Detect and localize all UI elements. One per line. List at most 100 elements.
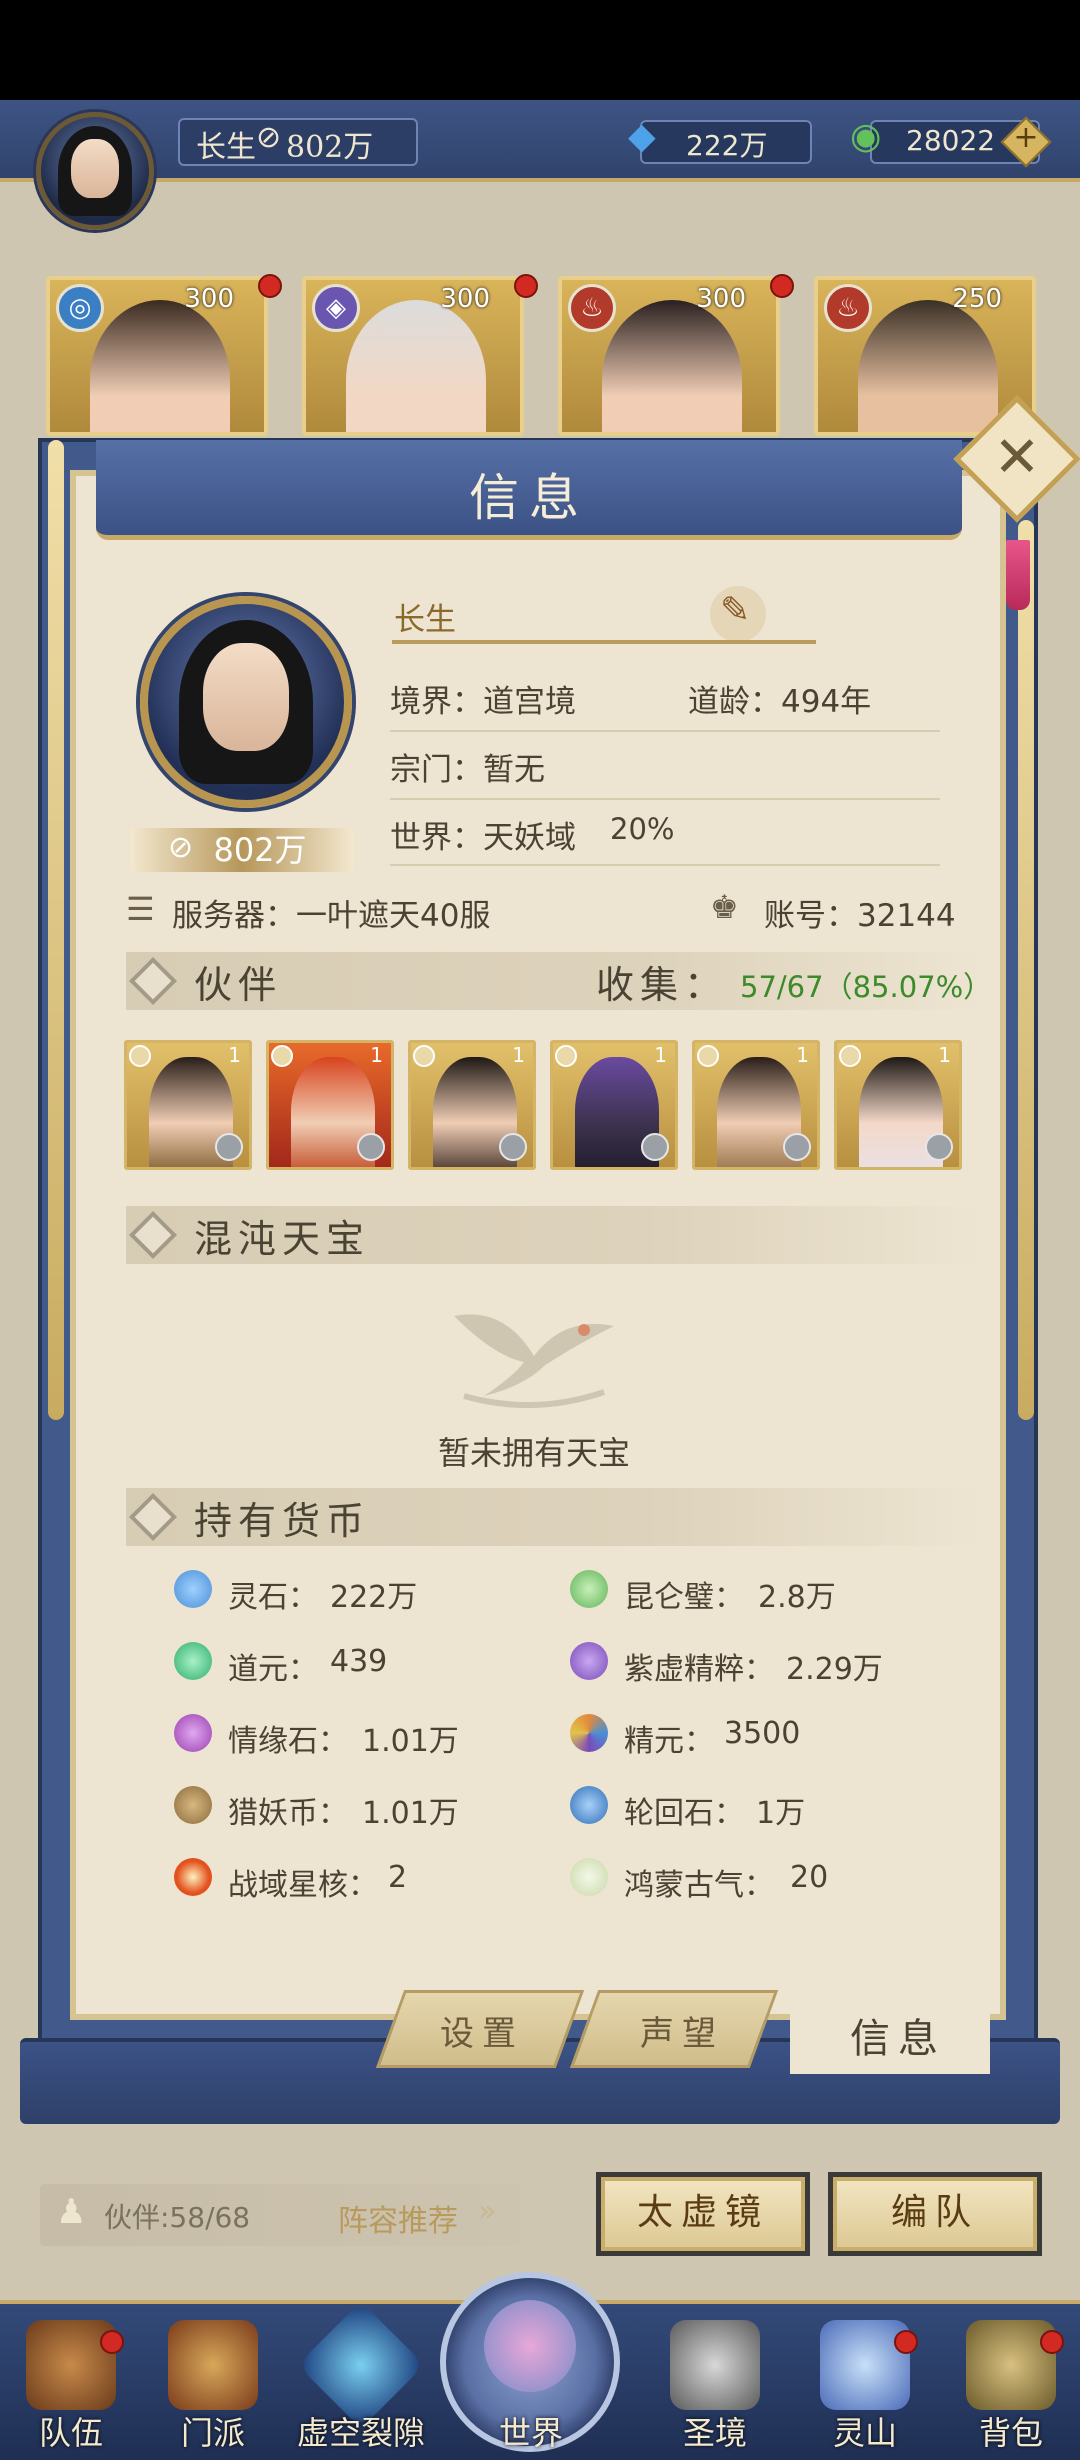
partner-level: 1 — [370, 1043, 383, 1067]
nav-label: 门派 — [180, 2414, 245, 2452]
element-icon — [413, 1045, 435, 1067]
partner-level: 1 — [796, 1043, 809, 1067]
element-icon — [129, 1045, 151, 1067]
person-icon: ♟ — [56, 2192, 87, 2232]
nav-label: 世界 — [498, 2414, 563, 2452]
left-scroll-rod — [48, 440, 64, 1420]
world-percent: 20% — [610, 812, 675, 846]
account-icon: ♚ — [710, 888, 739, 926]
currency-label: 紫虚精粹： — [624, 1652, 774, 1687]
partner-thumb-5[interactable]: 1 — [692, 1040, 820, 1170]
partner-level: 1 — [228, 1043, 241, 1067]
brush-icon: ✎ — [720, 590, 751, 631]
formation-button[interactable]: 编队 — [828, 2172, 1042, 2256]
element-icon: ◎ — [56, 284, 104, 332]
partner-thumb-6[interactable]: 1 — [834, 1040, 962, 1170]
collect-value: 57/67（85.07%） — [740, 970, 993, 1004]
player-avatar[interactable] — [36, 112, 154, 230]
nav-label: 背包 — [978, 2414, 1043, 2452]
currency-label: 精元： — [624, 1724, 714, 1759]
currency-value: 1.01万 — [362, 1724, 459, 1759]
partner-level: 1 — [512, 1043, 525, 1067]
treasure-empty-text: 暂未拥有天宝 — [437, 1434, 630, 1472]
currency-label: 轮回石： — [624, 1796, 744, 1831]
profile-power: 802万 — [213, 831, 307, 869]
element-icon — [271, 1045, 293, 1067]
nav-label: 虚空裂隙 — [296, 2414, 425, 2452]
spirit-stone-value: 222万 — [686, 129, 768, 162]
nav-void-rift[interactable]: 虚空裂隙 — [296, 2301, 426, 2460]
rank-badge-icon — [641, 1133, 669, 1161]
notification-dot — [770, 274, 794, 298]
partner-thumb-4[interactable]: 1 — [550, 1040, 678, 1170]
partner-level: 1 — [938, 1043, 951, 1067]
hero-level: 300 — [696, 284, 746, 314]
realm-text: 境界：道宫境 — [390, 684, 576, 720]
taixu-mirror-button[interactable]: 太虚镜 — [596, 2172, 810, 2256]
currency-label: 昆仑璧： — [624, 1580, 744, 1615]
nav-sect[interactable]: 门派 — [148, 2320, 278, 2460]
nav-label: 灵山 — [832, 2414, 897, 2452]
plus-icon: + — [1013, 120, 1039, 155]
player-name: 长生 — [196, 130, 256, 165]
currency-value: 2.8万 — [758, 1580, 836, 1615]
currency-value: 2 — [388, 1860, 408, 1895]
notification-dot — [100, 2330, 124, 2354]
element-icon — [555, 1045, 577, 1067]
currency-label: 战域星核： — [228, 1868, 378, 1903]
currency-label: 鸿蒙古气： — [624, 1868, 774, 1903]
nav-holy-realm[interactable]: 圣境 — [650, 2320, 780, 2460]
essence-icon — [570, 1714, 608, 1752]
currency-value: 20 — [790, 1860, 829, 1895]
dao-yuan-icon — [174, 1642, 212, 1680]
partners-title: 伙伴 — [194, 963, 283, 1007]
demon-coin-icon — [174, 1786, 212, 1824]
spirit-stone-icon: ◆ — [628, 116, 656, 157]
notification-dot — [514, 274, 538, 298]
currency-value: 1.01万 — [362, 1796, 459, 1831]
rank-badge-icon — [783, 1133, 811, 1161]
right-scroll-rod — [1018, 520, 1034, 1420]
divider — [390, 730, 940, 732]
currency-value: 3500 — [724, 1716, 801, 1751]
currency-label: 猎妖币： — [228, 1796, 348, 1831]
fire-element-icon: ♨ — [568, 284, 616, 332]
server-text: 服务器：一叶遮天40服 — [172, 898, 491, 934]
element-icon — [839, 1045, 861, 1067]
hero-level: 250 — [952, 284, 1002, 314]
account-text: 账号：32144 — [764, 898, 956, 934]
element-icon — [697, 1045, 719, 1067]
tab-reputation-label: 声望 — [640, 2014, 724, 2054]
panel-title: 信息 — [469, 469, 589, 527]
tab-info-label: 信息 — [850, 2016, 946, 2062]
sect-icon — [168, 2320, 258, 2410]
hero-card-2[interactable]: ◈ 300 — [302, 276, 524, 436]
currency-label: 灵石： — [228, 1580, 318, 1615]
world-text: 世界：天妖域 — [390, 820, 576, 856]
crane-icon — [444, 1296, 624, 1416]
divider — [390, 864, 940, 866]
notification-dot — [894, 2330, 918, 2354]
fire-element-icon: ♨ — [824, 284, 872, 332]
partner-thumb-2[interactable]: 1 — [266, 1040, 394, 1170]
sect-text: 宗门：暂无 — [390, 752, 545, 788]
tab-settings-label: 设置 — [440, 2014, 524, 2054]
partner-level: 1 — [654, 1043, 667, 1067]
hero-card-3[interactable]: ♨ 300 — [558, 276, 780, 436]
hero-card-1[interactable]: ◎ 300 — [46, 276, 268, 436]
nav-label: 队伍 — [38, 2414, 103, 2452]
rank-badge-icon — [215, 1133, 243, 1161]
lineup-recommend-link[interactable]: 阵容推荐 — [338, 2196, 458, 2240]
server-icon: ☰ — [126, 890, 155, 928]
affinity-stone-icon — [174, 1714, 212, 1752]
status-bar — [0, 0, 1080, 100]
power-icon: ⊘ — [256, 120, 282, 155]
age-text: 道龄：494年 — [688, 684, 872, 720]
partner-thumb-3[interactable]: 1 — [408, 1040, 536, 1170]
currency-title: 持有货币 — [194, 1499, 371, 1543]
rank-badge-icon — [499, 1133, 527, 1161]
notification-dot — [1040, 2330, 1064, 2354]
partner-thumb-1[interactable]: 1 — [124, 1040, 252, 1170]
primordial-qi-icon — [570, 1858, 608, 1896]
hero-level: 300 — [440, 284, 490, 314]
